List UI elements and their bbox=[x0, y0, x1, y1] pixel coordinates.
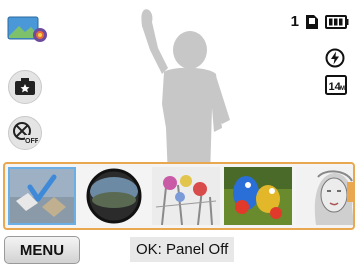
filter-thumb-parrot[interactable] bbox=[224, 167, 292, 225]
svg-text:OFF: OFF bbox=[25, 138, 38, 145]
filter-strip bbox=[8, 167, 353, 225]
camera-live-view: OFF 1 14 M MENU OK: Panel Off bbox=[0, 0, 356, 269]
battery-icon bbox=[325, 15, 349, 29]
svg-text:M: M bbox=[340, 86, 345, 92]
panel-scroll-indicator[interactable] bbox=[347, 182, 353, 202]
status-bar: 1 bbox=[291, 14, 349, 30]
menu-button[interactable]: MENU bbox=[4, 236, 80, 264]
resolution-14m-icon: 14 M bbox=[325, 75, 347, 95]
memory-card-icon bbox=[306, 15, 318, 29]
parrot-colorize-icon bbox=[224, 167, 292, 225]
smart-filter-icon bbox=[15, 78, 35, 95]
effect-off-button[interactable]: OFF bbox=[8, 116, 42, 150]
miniature-scene-icon bbox=[8, 167, 76, 225]
smart-filter-panel bbox=[3, 162, 355, 230]
filter-thumb-fisheye[interactable] bbox=[80, 167, 148, 225]
flash-auto-icon bbox=[325, 48, 345, 68]
filter-thumb-sketch-flowers[interactable] bbox=[152, 167, 220, 225]
effect-off-icon: OFF bbox=[13, 122, 38, 145]
smart-filter-button[interactable] bbox=[8, 70, 42, 104]
shot-count: 1 bbox=[290, 13, 299, 30]
mode-picture-icon[interactable] bbox=[7, 14, 47, 44]
sketch-flowers-icon bbox=[152, 167, 220, 225]
filter-thumb-miniature[interactable] bbox=[8, 167, 76, 225]
ok-hint-label: OK: Panel Off bbox=[130, 237, 235, 262]
fisheye-scene-icon bbox=[80, 167, 148, 225]
